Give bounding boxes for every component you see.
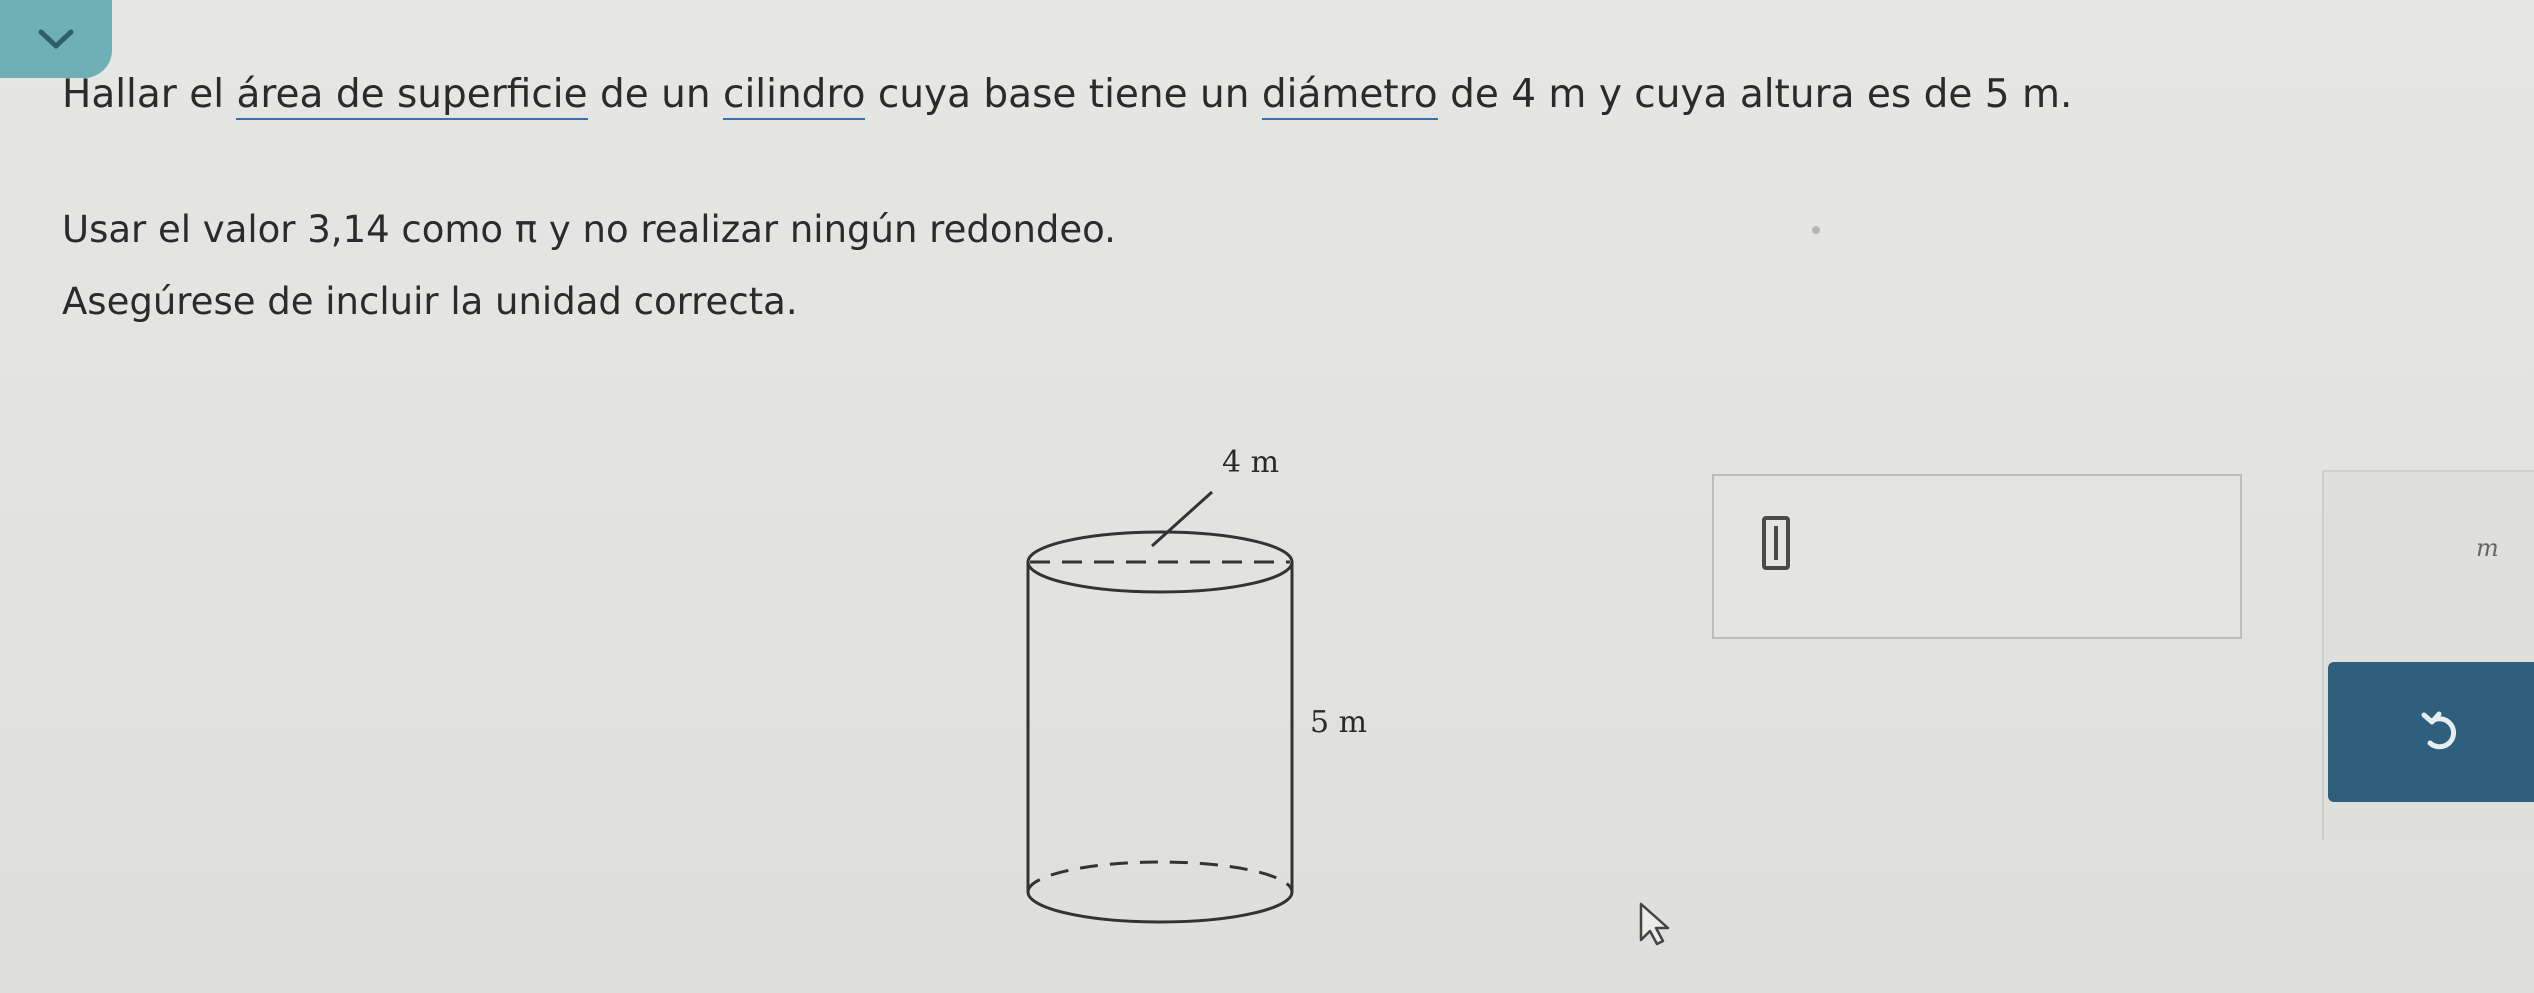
height-label: 5 m (1310, 705, 1367, 740)
unit-key-m[interactable]: m (2476, 534, 2499, 562)
glossary-link-surface-area[interactable]: área de superficie (236, 72, 588, 120)
question-text: Hallar el área de superficie de un cilin… (62, 72, 2073, 120)
answer-input[interactable] (1712, 474, 2242, 639)
diameter-leader-line (1150, 490, 1214, 548)
question-prefix: Hallar el (62, 72, 237, 117)
instruction-units: Asegúrese de incluir la unidad correcta. (62, 280, 798, 323)
input-cursor-icon (1762, 516, 1790, 570)
instruction-pi: Usar el valor 3,14 como π y no realizar … (62, 208, 1116, 251)
chevron-down-icon (38, 29, 74, 49)
cylinder-bottom-front (1026, 891, 1294, 924)
glossary-link-diameter[interactable]: diámetro (1261, 72, 1438, 120)
question-mid-1: de un (587, 72, 724, 117)
question-suffix: de 4 m y cuya altura es de 5 m. (1437, 72, 2073, 117)
cylinder-bottom-back (1026, 860, 1294, 893)
problem-page: Hallar el área de superficie de un cilin… (0, 0, 2534, 993)
mouse-pointer-icon (1639, 902, 1670, 946)
diameter-label: 4 m (1222, 445, 1279, 480)
question-mid-2: cuya base tiene un (865, 72, 1262, 117)
collapse-tab[interactable] (0, 0, 112, 78)
undo-button[interactable] (2328, 662, 2534, 802)
glossary-link-cylinder[interactable]: cilindro (723, 72, 866, 120)
undo-icon (2421, 711, 2457, 750)
cylinder-figure: 4 m 5 m (1026, 445, 1367, 924)
screen-speck (1812, 226, 1820, 234)
